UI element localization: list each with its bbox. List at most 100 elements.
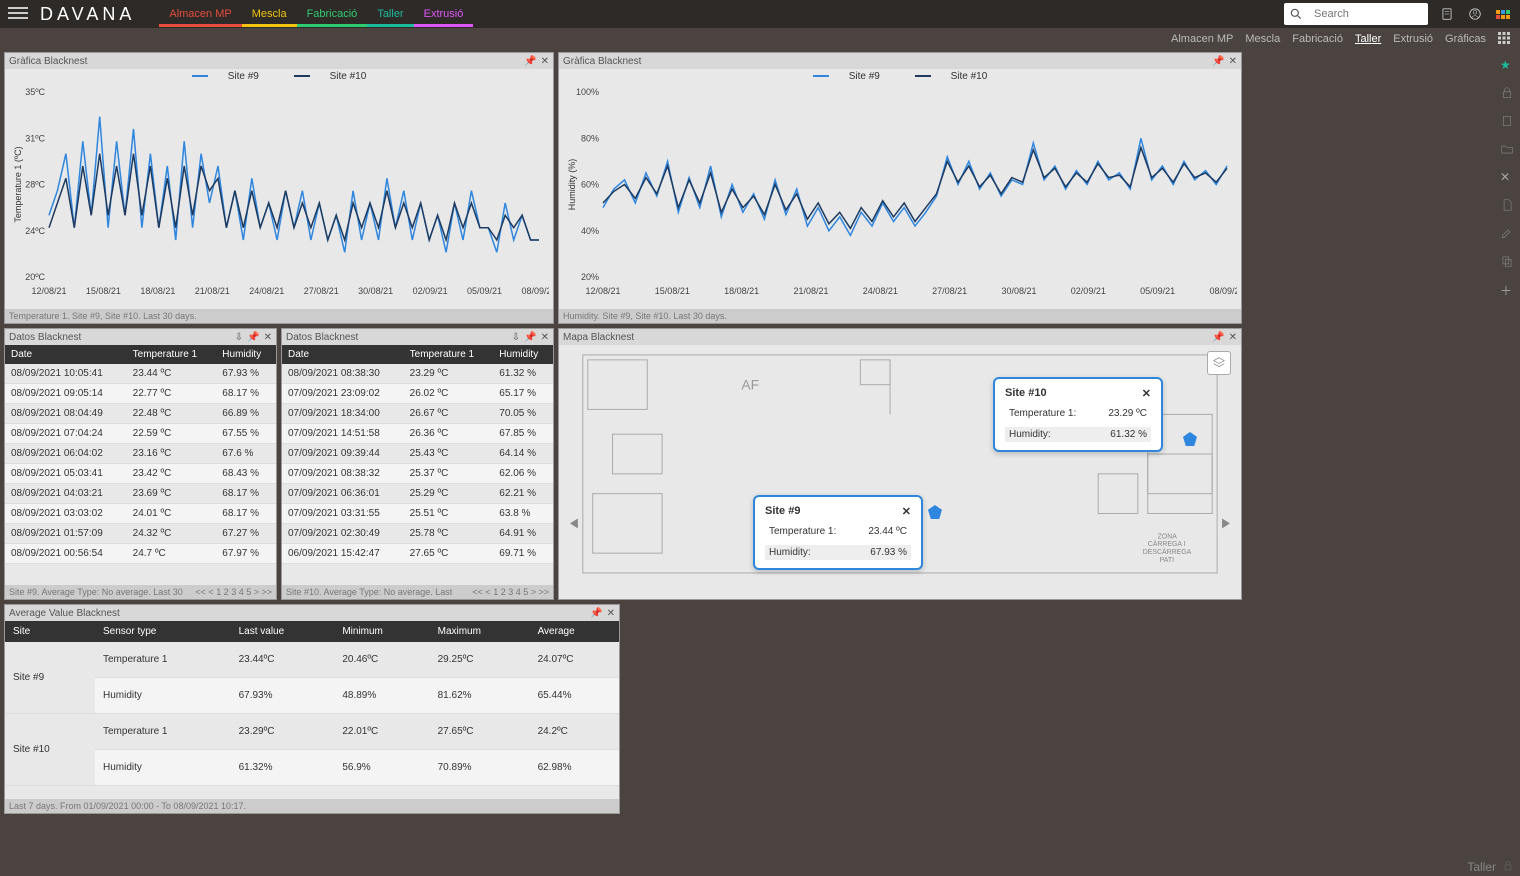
map-area[interactable]: AF ZONA CÀRREGA I DESCÀRREGA PATI Site #… (563, 345, 1237, 595)
close-panel-icon[interactable]: ✕ (264, 332, 272, 343)
pin-icon[interactable]: 📌 (524, 332, 536, 343)
apps-icon[interactable] (1494, 5, 1512, 23)
table10-pager[interactable]: << < 1 2 3 4 5 > >> (472, 587, 549, 597)
popup10-close-icon[interactable]: ✕ (1142, 387, 1151, 400)
svg-text:08/09/21: 08/09/21 (1209, 286, 1237, 296)
th-min[interactable]: Minimum (334, 621, 429, 642)
th-hum[interactable]: Humidity (216, 345, 276, 364)
th-max[interactable]: Maximum (430, 621, 530, 642)
folder-icon[interactable] (1500, 142, 1514, 156)
table9-footer: Site #9. Average Type: No average. Last … (9, 587, 183, 597)
close-panel-icon[interactable]: ✕ (1229, 56, 1237, 67)
table-row[interactable]: 07/09/2021 23:09:0226.02 ºC65.17 % (282, 384, 553, 404)
legend-s10: Site #10 (951, 71, 988, 82)
th-temp[interactable]: Temperature 1 (404, 345, 494, 364)
edit-icon[interactable] (1500, 226, 1514, 240)
close-panel-icon[interactable]: ✕ (607, 608, 615, 619)
table-row[interactable]: 08/09/2021 01:57:0924.32 ºC67.27 % (5, 524, 276, 544)
subnav-extrusio[interactable]: Extrusió (1393, 33, 1433, 45)
table-row[interactable]: 08/09/2021 05:03:4123.42 ºC68.43 % (5, 464, 276, 484)
th-type[interactable]: Sensor type (95, 621, 231, 642)
table-row[interactable]: 07/09/2021 18:34:0026.67 ºC70.05 % (282, 404, 553, 424)
pin-icon[interactable]: 📌 (590, 608, 602, 619)
th-avg[interactable]: Average (530, 621, 619, 642)
close-panel-icon[interactable]: ✕ (1229, 332, 1237, 343)
table-row[interactable]: 08/09/2021 09:05:1422.77 ºC68.17 % (5, 384, 276, 404)
svg-text:35ºC: 35ºC (25, 87, 45, 97)
nav-fabricacio[interactable]: Fabricació (297, 2, 368, 27)
table-row[interactable]: Site #9Temperature 123.44ºC20.46ºC29.25º… (5, 642, 619, 678)
pin-icon[interactable]: 📌 (1212, 332, 1224, 343)
table-row[interactable]: 08/09/2021 08:38:3023.29 ºC61.32 % (282, 364, 553, 384)
chart2-footer: Humidity. Site #9, Site #10. Last 30 day… (563, 311, 727, 321)
subnav-grid-icon[interactable] (1498, 32, 1510, 47)
close-panel-icon[interactable]: ✕ (541, 56, 549, 67)
map-panel: Mapa Blacknest 📌✕ AF ZONA CÀRREGA I DESC… (558, 328, 1242, 600)
document-icon[interactable] (1438, 5, 1456, 23)
star-icon[interactable]: ★ (1500, 58, 1514, 72)
nav-mescla[interactable]: Mescla (242, 2, 297, 27)
search-button[interactable] (1284, 3, 1308, 25)
table-row[interactable]: 07/09/2021 06:36:0125.29 ºC62.21 % (282, 484, 553, 504)
user-icon[interactable] (1466, 5, 1484, 23)
pin-icon[interactable]: 📌 (524, 56, 536, 67)
close-panel-icon[interactable]: ✕ (541, 332, 549, 343)
table-row[interactable]: Humidity67.93%48.89%81.62%65.44% (5, 678, 619, 714)
pin-icon[interactable]: 📌 (1212, 56, 1224, 67)
menu-icon[interactable] (8, 4, 28, 24)
nav-extrusio[interactable]: Extrusió (414, 2, 474, 27)
table-row[interactable]: 08/09/2021 06:04:0223.16 ºC67.6 % (5, 444, 276, 464)
table-row[interactable]: Site #10Temperature 123.29ºC22.01ºC27.65… (5, 714, 619, 750)
svg-text:PATI: PATI (1160, 557, 1174, 564)
svg-text:12/08/21: 12/08/21 (31, 286, 66, 296)
table-row[interactable]: 08/09/2021 00:56:5424.7 ºC67.97 % (5, 544, 276, 564)
popup9-close-icon[interactable]: ✕ (902, 505, 911, 518)
copy-icon[interactable] (1500, 254, 1514, 268)
file-icon[interactable] (1500, 198, 1514, 212)
svg-text:30/08/21: 30/08/21 (358, 286, 393, 296)
layers-icon[interactable] (1207, 351, 1231, 375)
svg-text:Temperature 1 (ºC): Temperature 1 (ºC) (13, 146, 23, 222)
table-row[interactable]: 08/09/2021 04:03:2123.69 ºC68.17 % (5, 484, 276, 504)
th-date[interactable]: Date (5, 345, 127, 364)
export-icon[interactable]: ⇩ (235, 332, 243, 343)
svg-text:24/08/21: 24/08/21 (863, 286, 898, 296)
table-row[interactable]: 07/09/2021 02:30:4925.78 ºC64.91 % (282, 524, 553, 544)
chart-temp-panel: Gràfica Blacknest 📌✕ Site #9 Site #10 20… (4, 52, 554, 324)
svg-text:80%: 80% (581, 133, 599, 143)
table-row[interactable]: Humidity61.32%56.9%70.89%62.98% (5, 750, 619, 786)
clipboard-icon[interactable] (1500, 114, 1514, 128)
th-temp[interactable]: Temperature 1 (127, 345, 217, 364)
table-row[interactable]: 07/09/2021 03:31:5525.51 ºC63.8 % (282, 504, 553, 524)
nav-taller[interactable]: Taller (367, 2, 413, 27)
plus-icon[interactable]: ＋ (1500, 282, 1514, 296)
svg-text:12/08/21: 12/08/21 (585, 286, 620, 296)
subnav-graficas[interactable]: Gráficas (1445, 33, 1486, 45)
subnav-mescla[interactable]: Mescla (1245, 33, 1280, 45)
table9-pager[interactable]: << < 1 2 3 4 5 > >> (195, 587, 272, 597)
subnav-fabricacio[interactable]: Fabricació (1292, 33, 1343, 45)
table-row[interactable]: 07/09/2021 14:51:5826.36 ºC67.85 % (282, 424, 553, 444)
subnav-taller[interactable]: Taller (1355, 33, 1381, 45)
panel-title: Datos Blacknest (286, 332, 358, 343)
table-row[interactable]: 07/09/2021 09:39:4425.43 ºC64.14 % (282, 444, 553, 464)
th-last[interactable]: Last value (231, 621, 335, 642)
search-input[interactable] (1308, 3, 1428, 25)
th-date[interactable]: Date (282, 345, 404, 364)
pin-icon[interactable]: 📌 (247, 332, 259, 343)
legend-s9: Site #9 (228, 71, 259, 82)
table-row[interactable]: 08/09/2021 03:03:0224.01 ºC68.17 % (5, 504, 276, 524)
table-row[interactable]: 06/09/2021 15:42:4727.65 ºC69.71 % (282, 544, 553, 564)
lock-icon[interactable] (1500, 86, 1514, 100)
th-hum[interactable]: Humidity (493, 345, 553, 364)
nav-almacen[interactable]: Almacen MP (159, 2, 241, 27)
table-row[interactable]: 07/09/2021 08:38:3225.37 ºC62.06 % (282, 464, 553, 484)
table-row[interactable]: 08/09/2021 10:05:4123.44 ºC67.93 % (5, 364, 276, 384)
export-icon[interactable]: ⇩ (512, 332, 520, 343)
th-site[interactable]: Site (5, 621, 95, 642)
table-row[interactable]: 08/09/2021 08:04:4922.48 ºC66.89 % (5, 404, 276, 424)
table-row[interactable]: 08/09/2021 07:04:2422.59 ºC67.55 % (5, 424, 276, 444)
legend-s9: Site #9 (849, 71, 880, 82)
subnav-almacen[interactable]: Almacen MP (1171, 33, 1233, 45)
close-icon[interactable]: ✕ (1500, 170, 1514, 184)
